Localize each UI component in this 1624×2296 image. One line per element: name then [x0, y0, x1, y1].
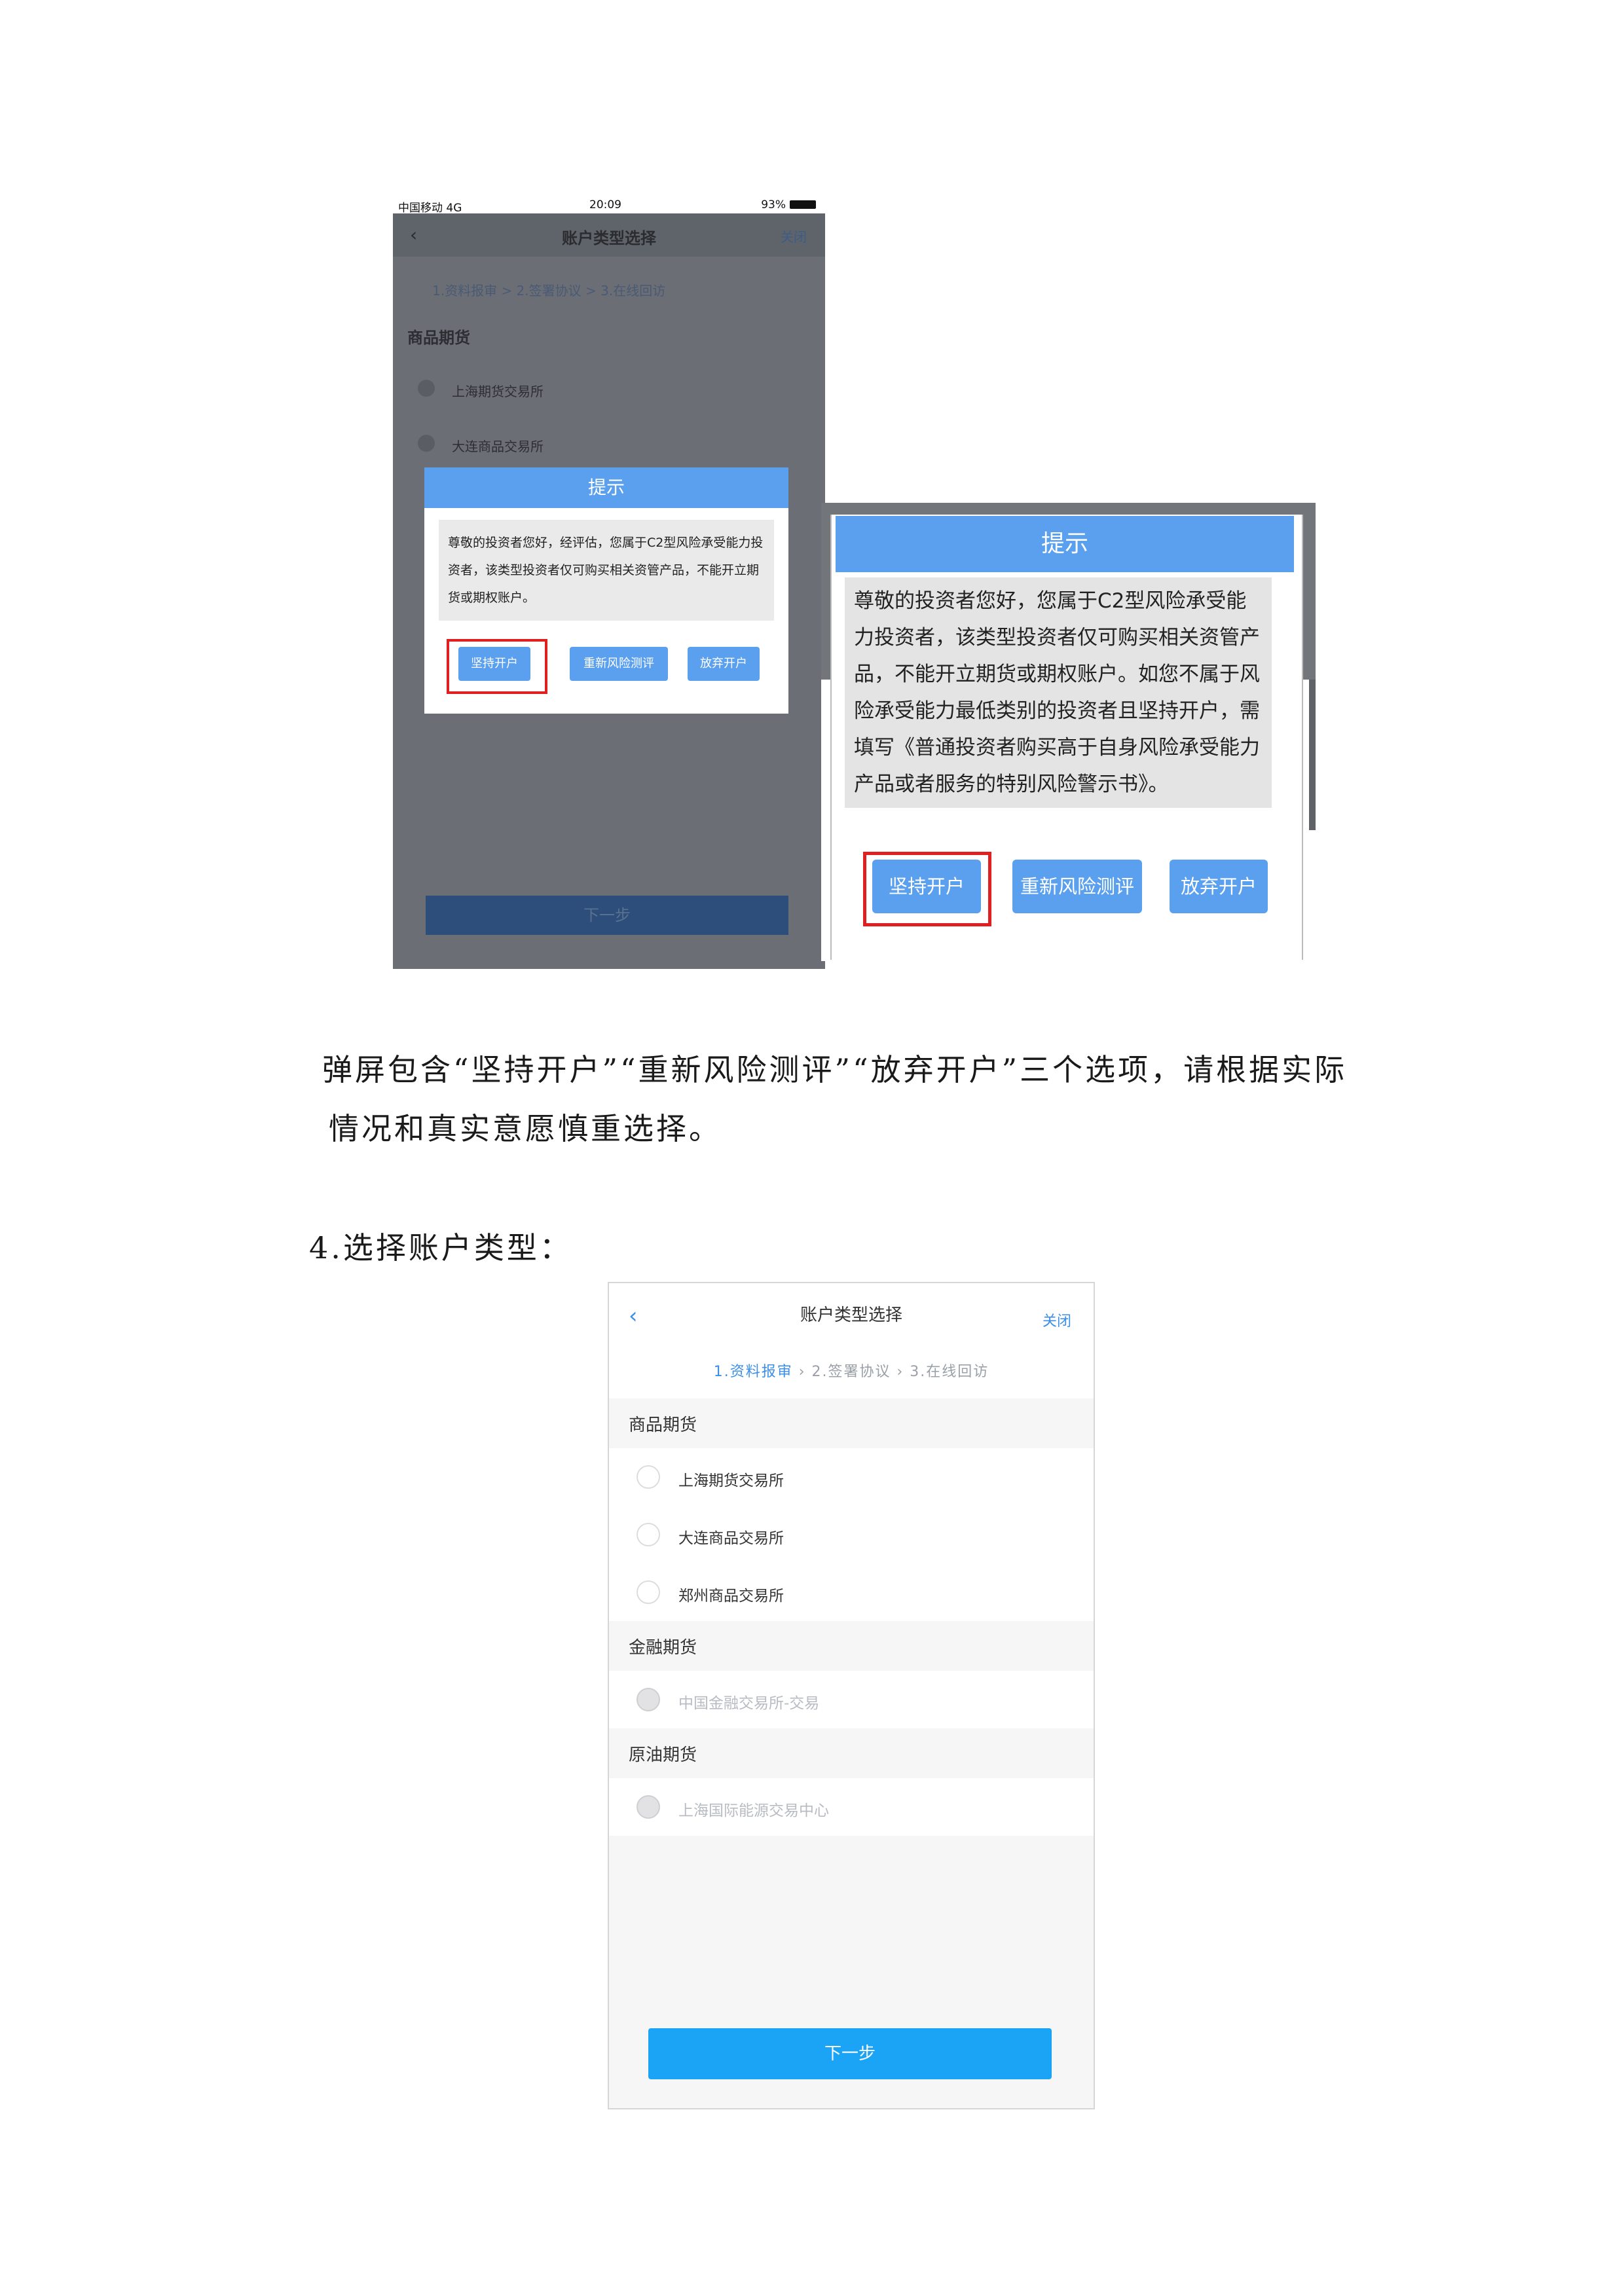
status-bar: 中国移动 4G 20:09 93%: [393, 196, 825, 215]
next-button[interactable]: 下一步: [426, 896, 788, 935]
popup-body: 尊敬的投资者您好，您属于C2型风险承受能力投资者，该类型投资者仅可购买相关资管产…: [845, 577, 1272, 808]
nav-bar: ‹ 账户类型选择 关闭: [609, 1283, 1094, 1348]
retest-button[interactable]: 重新风险测评: [1012, 860, 1142, 913]
option-label: 郑州商品交易所: [678, 1588, 784, 1605]
option-list: 上海国际能源交易中心: [609, 1778, 1094, 1836]
section-title: 原油期货: [629, 1745, 697, 1765]
radio-icon[interactable]: [418, 380, 435, 397]
step-next: 3.在线回访: [910, 1364, 989, 1380]
battery-icon: [790, 200, 816, 209]
radio-icon[interactable]: [637, 1465, 660, 1489]
radio-icon[interactable]: [637, 1580, 660, 1604]
popup-title: 提示: [424, 467, 788, 508]
section-title: 商品期货: [629, 1415, 697, 1435]
list-item[interactable]: 上海期货交易所: [609, 1448, 1094, 1506]
option-label: 上海期货交易所: [678, 1472, 784, 1489]
instruction-line-2: 情况和真实意愿慎重选择。: [329, 1111, 722, 1146]
background-overlay: [1309, 680, 1316, 830]
step-next: 2.签署协议: [811, 1364, 891, 1380]
abandon-button[interactable]: 放弃开户: [688, 647, 760, 681]
popup-title: 提示: [836, 516, 1294, 572]
next-button[interactable]: 下一步: [648, 2028, 1052, 2079]
screenshot-popup-zoom: 提示 尊敬的投资者您好，您属于C2型风险承受能力投资者，该类型投资者仅可购买相关…: [821, 503, 1316, 961]
nav-bar: ‹ 账户类型选择 关闭: [393, 213, 825, 257]
screenshot-account-type: ‹ 账户类型选择 关闭 1.资料报审 › 2.签署协议 › 3.在线回访 商品期…: [608, 1282, 1095, 2109]
carrier-label: 中国移动 4G: [398, 202, 462, 215]
highlight-box: [447, 639, 547, 694]
screenshot-popup-phone: 中国移动 4G 20:09 93% ‹ 账户类型选择 关闭 1.资料报审 > 2…: [393, 196, 825, 969]
step-separator: ›: [891, 1364, 910, 1380]
retest-button[interactable]: 重新风险测评: [570, 647, 668, 681]
page-title: 账户类型选择: [800, 1305, 902, 1325]
step-indicator: 1.资料报审 > 2.签署协议 > 3.在线回访: [432, 283, 666, 299]
section-title: 金融期货: [629, 1638, 697, 1658]
risk-popup: 提示 尊敬的投资者您好，经评估，您属于C2型风险承受能力投资者，该类型投资者仅可…: [424, 467, 788, 714]
list-item: 上海国际能源交易中心: [609, 1778, 1094, 1836]
radio-icon[interactable]: [418, 435, 435, 452]
list-item[interactable]: 大连商品交易所: [609, 1506, 1094, 1563]
option-label: 大连商品交易所: [678, 1530, 784, 1547]
abandon-button[interactable]: 放弃开户: [1170, 860, 1268, 913]
popup-body: 尊敬的投资者您好，经评估，您属于C2型风险承受能力投资者，该类型投资者仅可购买相…: [439, 520, 774, 621]
section-header: 原油期货: [609, 1728, 1094, 1778]
close-button[interactable]: 关闭: [1043, 1309, 1071, 1330]
instruction-line-1: 弹屏包含“坚持开户”“重新风险测评”“放弃开户”三个选项，请根据实际: [322, 1052, 1348, 1087]
radio-icon[interactable]: [637, 1523, 660, 1546]
popup-frame: 提示 尊敬的投资者您好，您属于C2型风险承受能力投资者，该类型投资者仅可购买相关…: [830, 515, 1303, 960]
option-list: 中国金融交易所-交易: [609, 1671, 1094, 1728]
radio-icon-disabled: [637, 1795, 660, 1819]
section-header: 金融期货: [609, 1621, 1094, 1671]
step-heading: 4.选择账户类型：: [309, 1230, 572, 1266]
option-label: 中国金融交易所-交易: [678, 1695, 820, 1712]
highlight-box: [863, 852, 991, 926]
battery-label: 93%: [761, 198, 786, 211]
step-separator: ›: [792, 1364, 812, 1380]
option-label: 上海国际能源交易中心: [678, 1802, 829, 1819]
list-item: 中国金融交易所-交易: [609, 1671, 1094, 1728]
list-item[interactable]: 郑州商品交易所: [609, 1563, 1094, 1621]
step-indicator: 1.资料报审 › 2.签署协议 › 3.在线回访: [609, 1346, 1094, 1398]
section-header: 商品期货: [609, 1398, 1094, 1448]
time-label: 20:09: [589, 198, 621, 211]
radio-icon-disabled: [637, 1688, 660, 1711]
close-button[interactable]: 关闭: [781, 227, 807, 246]
option-label: 上海期货交易所: [452, 384, 544, 399]
page-title: 账户类型选择: [562, 229, 656, 247]
option-list: 上海期货交易所 大连商品交易所 郑州商品交易所: [609, 1448, 1094, 1621]
section-title: 商品期货: [407, 329, 470, 347]
step-current: 1.资料报审: [713, 1364, 793, 1380]
option-label: 大连商品交易所: [452, 439, 544, 454]
